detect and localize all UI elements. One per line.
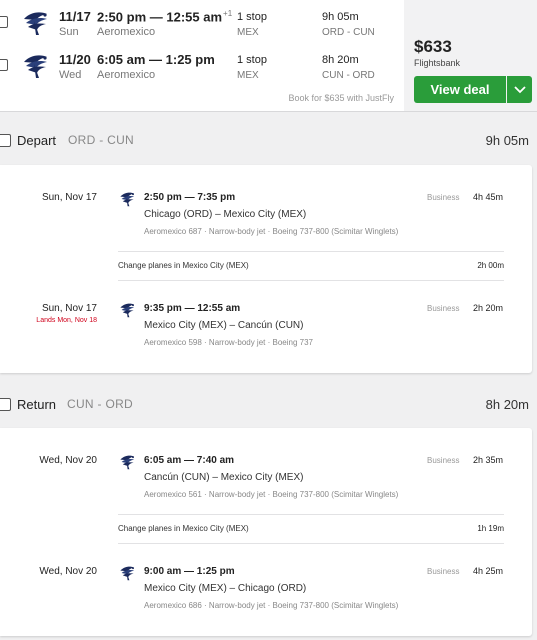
layover-row: Change planes in Mexico City (MEX) 1h 19… <box>118 514 504 544</box>
summary-leg-outbound[interactable]: 11/17 Sun 2:50 pm — 12:55 am+1 Aeromexic… <box>0 5 404 45</box>
provider-name: Flightsbank <box>414 58 461 68</box>
segment-info: Aeromexico 598 · Narrow-body jet · Boein… <box>144 338 313 347</box>
leg-day: Sun <box>59 26 79 38</box>
segment-date: Sun, Nov 17 <box>41 192 97 203</box>
return-details-card: Wed, Nov 20 6:05 am — 7:40 am Cancún (CU… <box>0 428 532 636</box>
segment-date: Wed, Nov 20 <box>39 566 97 577</box>
return-header: Return CUN - ORD 8h 20m <box>0 392 537 420</box>
leg-times: 2:50 pm — 12:55 am+1 <box>97 9 232 24</box>
leg-duration: 8h 20m <box>322 54 359 66</box>
segment-duration: 2h 20m <box>472 303 503 313</box>
leg-stops: 1 stop <box>237 54 267 66</box>
aeromexico-eagle-icon <box>118 190 136 208</box>
segment-duration: 4h 25m <box>472 566 503 576</box>
leg-duration: 9h 05m <box>322 11 359 23</box>
checkbox-icon[interactable] <box>0 16 8 28</box>
segment-times: 9:35 pm — 12:55 am <box>144 303 241 314</box>
section-route: ORD - CUN <box>68 133 135 147</box>
aeromexico-eagle-icon <box>118 564 136 582</box>
cabin-class: Business <box>427 567 460 576</box>
layover-text: Change planes in Mexico City (MEX) <box>118 524 249 533</box>
leg-date: 11/20 <box>59 52 91 67</box>
leg-times-text: 2:50 pm — 12:55 am <box>97 9 223 25</box>
aeromexico-eagle-icon <box>118 453 136 471</box>
layover-text: Change planes in Mexico City (MEX) <box>118 261 249 270</box>
segment-times: 9:00 am — 1:25 pm <box>144 566 235 577</box>
aeromexico-eagle-icon <box>20 8 50 38</box>
depart-header: Depart ORD - CUN 9h 05m <box>0 128 537 156</box>
checkbox-icon[interactable] <box>0 398 11 411</box>
leg-times: 6:05 am — 1:25 pm <box>97 52 215 67</box>
segment-cities: Cancún (CUN) – Mexico City (MEX) <box>144 472 304 483</box>
aeromexico-eagle-icon <box>118 301 136 319</box>
layover-duration: 2h 00m <box>477 261 504 270</box>
aeromexico-eagle-icon <box>20 51 50 81</box>
segment-cities: Mexico City (MEX) – Chicago (ORD) <box>144 583 307 594</box>
lands-next-day-note: Lands Mon, Nov 18 <box>36 317 97 324</box>
segment-info: Aeromexico 561 · Narrow-body jet · Boein… <box>144 490 399 499</box>
depart-details-card: Sun, Nov 17 2:50 pm — 7:35 pm Chicago (O… <box>0 165 532 373</box>
price: $633 <box>414 37 452 56</box>
section-duration: 9h 05m <box>485 133 529 148</box>
summary-leg-return[interactable]: 11/20 Wed 6:05 am — 1:25 pm Aeromexico 1… <box>0 48 404 88</box>
deal-options-button[interactable] <box>507 76 532 103</box>
segment-cities: Chicago (ORD) – Mexico City (MEX) <box>144 209 307 220</box>
summary-legs-panel: 11/17 Sun 2:50 pm — 12:55 am+1 Aeromexic… <box>0 0 404 112</box>
segment-date: Sun, Nov 17 <box>41 303 97 314</box>
alternate-booking-link[interactable]: Book for $635 with JustFly <box>288 93 394 103</box>
cabin-class: Business <box>427 193 460 202</box>
segment-date: Wed, Nov 20 <box>39 455 97 466</box>
layover-duration: 1h 19m <box>477 524 504 533</box>
segment-info: Aeromexico 687 · Narrow-body jet · Boein… <box>144 227 399 236</box>
segment-duration: 2h 35m <box>472 455 503 465</box>
leg-route: CUN - ORD <box>322 70 375 81</box>
segment-cities: Mexico City (MEX) – Cancún (CUN) <box>144 320 304 331</box>
segment-times: 2:50 pm — 7:35 pm <box>144 192 236 203</box>
leg-stop-city: MEX <box>237 70 259 81</box>
segment-duration: 4h 45m <box>472 192 503 202</box>
trip-summary: 11/17 Sun 2:50 pm — 12:55 am+1 Aeromexic… <box>0 0 537 112</box>
section-title: Return <box>17 397 57 412</box>
checkbox-icon[interactable] <box>0 59 8 71</box>
segment-info: Aeromexico 686 · Narrow-body jet · Boein… <box>144 601 399 610</box>
leg-date: 11/17 <box>59 9 91 24</box>
leg-airline: Aeromexico <box>97 69 156 81</box>
section-route: CUN - ORD <box>67 397 134 411</box>
cabin-class: Business <box>427 304 460 313</box>
chevron-down-icon <box>513 85 526 93</box>
leg-stops: 1 stop <box>237 11 267 23</box>
section-title: Depart <box>17 133 57 148</box>
leg-stop-city: MEX <box>237 27 259 38</box>
cabin-class: Business <box>427 456 460 465</box>
checkbox-icon[interactable] <box>0 134 11 147</box>
view-deal-button[interactable]: View deal <box>414 76 506 103</box>
next-day-indicator: +1 <box>223 9 233 18</box>
leg-route: ORD - CUN <box>322 27 375 38</box>
section-duration: 8h 20m <box>485 397 529 412</box>
leg-airline: Aeromexico <box>97 26 156 38</box>
leg-day: Wed <box>59 69 82 81</box>
segment-times: 6:05 am — 7:40 am <box>144 455 235 466</box>
layover-row: Change planes in Mexico City (MEX) 2h 00… <box>118 251 504 281</box>
